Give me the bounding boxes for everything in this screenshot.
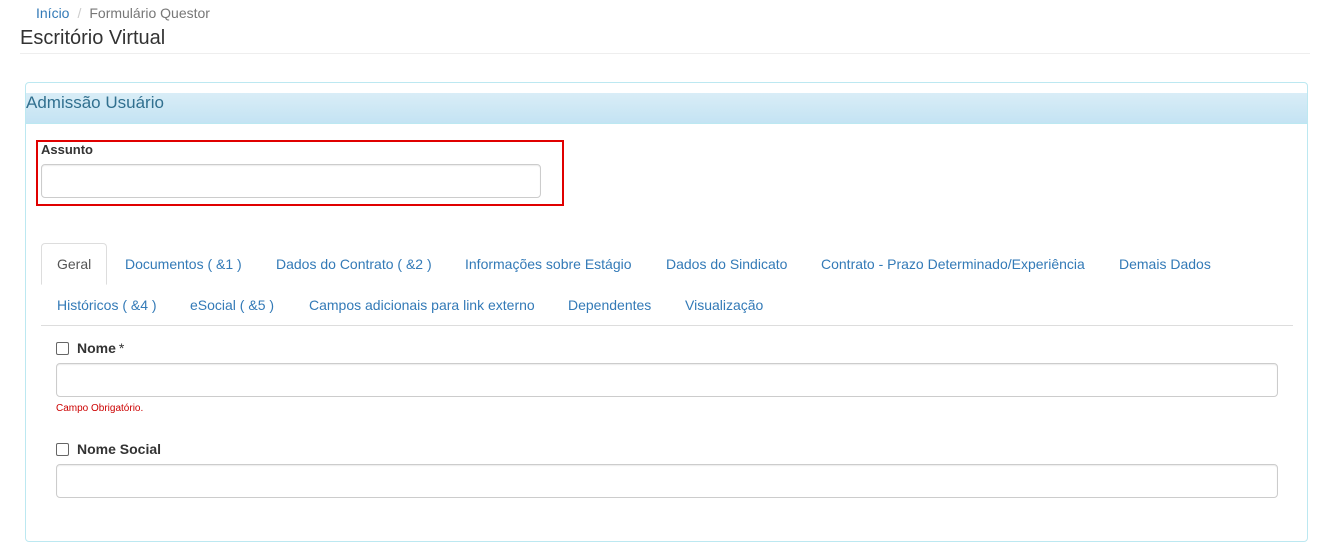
nome-social-checkbox[interactable]	[56, 442, 69, 456]
tab-geral[interactable]: Geral	[41, 243, 108, 285]
breadcrumb-home-link[interactable]: Início	[36, 5, 69, 21]
tab-visualizacao[interactable]: Visualização	[685, 297, 763, 313]
tab-contrato-prazo[interactable]: Contrato - Prazo Determinado/Experiência	[821, 256, 1085, 272]
tab-dados-sindicato[interactable]: Dados do Sindicato	[666, 256, 787, 272]
nome-error-message: Campo Obrigatório.	[56, 403, 144, 414]
nome-checkbox[interactable]	[56, 341, 69, 355]
tabs-divider	[41, 325, 1293, 326]
tab-informacoes-estagio[interactable]: Informações sobre Estágio	[465, 256, 632, 272]
nome-social-label: Nome Social	[77, 441, 162, 457]
assunto-input[interactable]	[41, 164, 541, 198]
title-divider	[20, 53, 1310, 54]
nome-social-input[interactable]	[56, 464, 1278, 498]
nome-label-row: Nome *	[56, 340, 124, 356]
tab-esocial[interactable]: eSocial ( &5 )	[190, 297, 274, 313]
nome-input[interactable]	[56, 363, 1278, 397]
tab-demais-dados[interactable]: Demais Dados	[1119, 256, 1211, 272]
nome-label: Nome	[77, 340, 116, 356]
tab-documentos[interactable]: Documentos ( &1 )	[125, 256, 242, 272]
tab-campos-adicionais[interactable]: Campos adicionais para link externo	[309, 297, 535, 313]
breadcrumb-separator: /	[77, 5, 82, 21]
nome-social-label-row: Nome Social	[56, 441, 161, 457]
assunto-label: Assunto	[41, 142, 93, 157]
tab-dados-contrato[interactable]: Dados do Contrato ( &2 )	[276, 256, 432, 272]
tab-dependentes[interactable]: Dependentes	[568, 297, 651, 313]
breadcrumb-current: Formulário Questor	[89, 5, 210, 21]
panel-title: Admissão Usuário	[26, 93, 164, 112]
panel-heading: Admissão Usuário	[26, 93, 1307, 124]
page-title: Escritório Virtual	[20, 27, 166, 49]
tab-historicos[interactable]: Históricos ( &4 )	[57, 297, 157, 313]
breadcrumb: Início / Formulário Questor	[36, 5, 210, 21]
required-mark: *	[118, 340, 125, 356]
